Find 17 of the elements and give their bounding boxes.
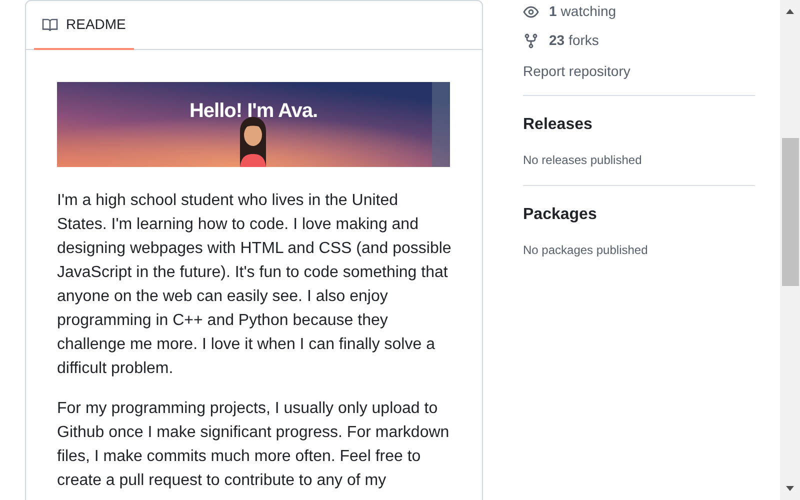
eye-icon [523,4,539,20]
scroll-up-icon[interactable] [786,9,794,14]
scroll-down-icon[interactable] [786,486,794,491]
readme-paragraph: For my programming projects, I usually only upload to Github once I make significant progress. For markdown files, I make commits much more often. Feel free to create a pull request to contribute to any of my [57,399,450,491]
banner-heading: Hello! I'm Ava. [188,99,319,124]
scrollbar-thumb[interactable] [782,138,799,286]
stat-link[interactable]: 1 watching [523,0,755,26]
fork-icon [523,32,539,48]
report-repository-link[interactable]: Report repository [523,61,755,81]
readme-paragraph: I'm a high school student who lives in the United States. I'm learning how to code. I love making and designing webpages with HTML and CSS (and possible JavaScript in the future). It's fun to code something that anyone on the web can easily see. I also enjoy programming in C++ and Python because they challenge me more. I love it when I can finally solve a difficult problem. [57,191,452,379]
section-heading[interactable]: Packages [523,204,755,226]
stat-link[interactable]: 23 forks [523,26,755,55]
section-note: No packages published [523,242,649,259]
book-icon [42,16,58,32]
section-note: No releases published [523,152,643,169]
readme-tab[interactable]: README [34,1,134,50]
section-heading[interactable]: Releases [523,114,755,136]
